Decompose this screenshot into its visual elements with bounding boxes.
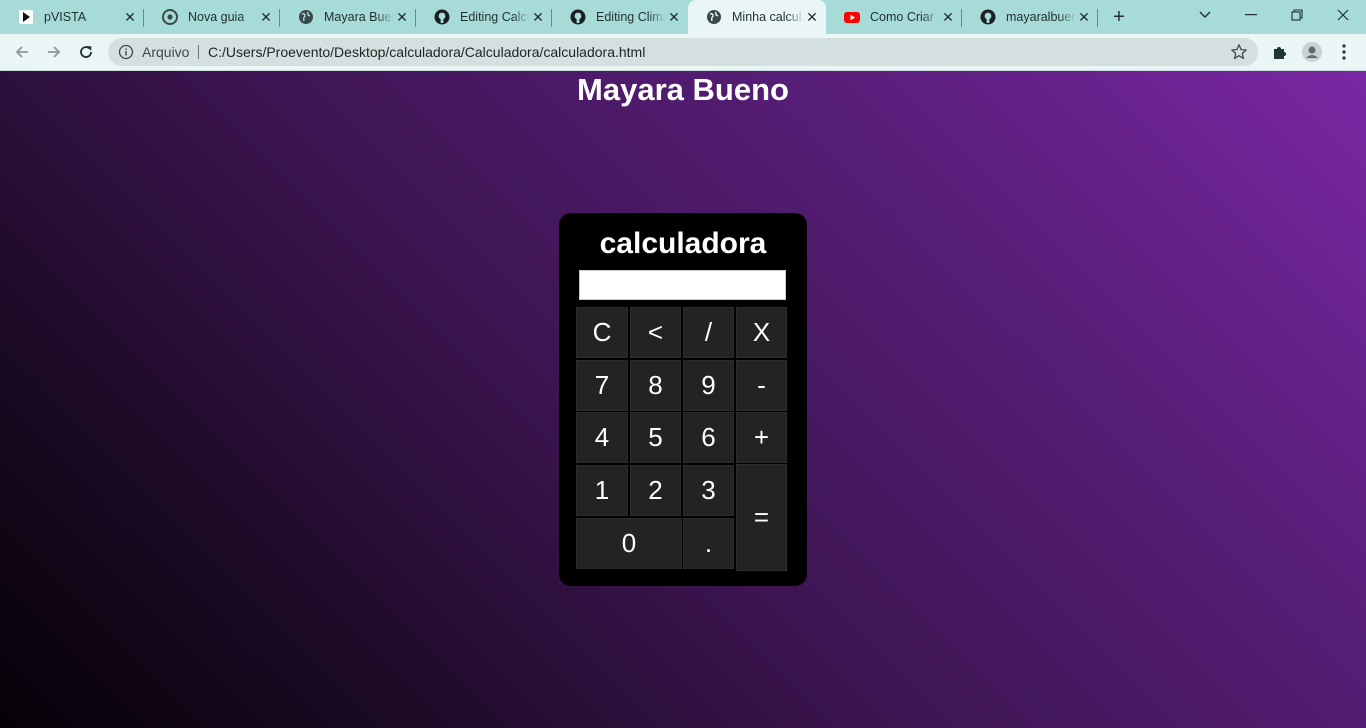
key-clear[interactable]: C (576, 307, 628, 358)
back-arrow-icon[interactable] (10, 40, 34, 64)
key-1[interactable]: 1 (576, 465, 628, 516)
key-7[interactable]: 7 (576, 360, 628, 411)
close-tab-icon[interactable]: ✕ (258, 9, 274, 25)
profile-avatar-icon[interactable] (1302, 42, 1322, 62)
key-decimal[interactable]: . (683, 518, 734, 569)
restore-window-icon[interactable] (1277, 0, 1317, 30)
browser-menu-icon[interactable] (1334, 42, 1354, 62)
tab-como-criar[interactable]: Como Criar um ✕ (826, 0, 962, 34)
tab-title: Editing Calculadora (460, 10, 530, 24)
github-icon (980, 9, 996, 25)
tab-separator (1097, 9, 1098, 27)
address-bar[interactable]: Arquivo C:/Users/Proevento/Desktop/calcu… (108, 38, 1258, 66)
tab-strip: pVISTA ✕ Nova guia ✕ Mayara Bueno ✕ Edit… (0, 0, 1366, 34)
tab-mayara-bueno[interactable]: Mayara Bueno ✕ (280, 0, 416, 34)
tab-title: Como Criar um (870, 10, 940, 24)
forward-arrow-icon[interactable] (42, 40, 66, 64)
info-icon[interactable] (118, 44, 134, 60)
close-tab-icon[interactable]: ✕ (804, 9, 820, 25)
page-viewport: Mayara Bueno calculadora C < / X 7 8 9 -… (0, 71, 1366, 728)
globe-icon (298, 9, 314, 25)
tab-mayaralbueno[interactable]: mayaralbueno ✕ (962, 0, 1098, 34)
key-0[interactable]: 0 (576, 518, 682, 569)
key-6[interactable]: 6 (683, 412, 734, 463)
extensions-puzzle-icon[interactable] (1270, 42, 1290, 62)
key-4[interactable]: 4 (576, 412, 628, 463)
key-8[interactable]: 8 (630, 360, 681, 411)
tab-title: Mayara Bueno (324, 10, 394, 24)
tab-title: Editing Climate (596, 10, 666, 24)
key-backspace[interactable]: < (630, 307, 681, 358)
key-2[interactable]: 2 (630, 465, 681, 516)
key-divide[interactable]: / (683, 307, 734, 358)
key-add[interactable]: + (736, 412, 787, 463)
close-tab-icon[interactable]: ✕ (530, 9, 546, 25)
bookmark-star-icon[interactable] (1230, 43, 1248, 61)
key-multiply[interactable]: X (736, 307, 787, 358)
pvista-icon (18, 9, 34, 25)
key-3[interactable]: 3 (683, 465, 734, 516)
minimize-window-icon[interactable] (1231, 0, 1271, 30)
chrome-icon (162, 9, 178, 25)
close-tab-icon[interactable]: ✕ (1076, 9, 1092, 25)
protocol-label: Arquivo (142, 44, 190, 60)
close-tab-icon[interactable]: ✕ (940, 9, 956, 25)
tab-editing-climate[interactable]: Editing Climate ✕ (552, 0, 688, 34)
tab-title: mayaralbueno (1006, 10, 1076, 24)
key-5[interactable]: 5 (630, 412, 681, 463)
close-tab-icon[interactable]: ✕ (122, 9, 138, 25)
tab-nova-guia[interactable]: Nova guia ✕ (144, 0, 280, 34)
tab-search-chevron-icon[interactable] (1185, 0, 1225, 30)
close-tab-icon[interactable]: ✕ (666, 9, 682, 25)
tab-title: Nova guia (188, 10, 245, 24)
tab-editing-calculadora[interactable]: Editing Calculadora ✕ (416, 0, 552, 34)
close-tab-icon[interactable]: ✕ (394, 9, 410, 25)
tab-minha-calculadora[interactable]: Minha calculadora ✕ (688, 0, 826, 34)
key-equals[interactable]: = (736, 464, 787, 571)
url-text[interactable]: C:/Users/Proevento/Desktop/calculadora/C… (208, 44, 645, 60)
tab-title: Minha calculadora (732, 10, 804, 24)
youtube-icon (844, 9, 860, 25)
browser-toolbar: Arquivo C:/Users/Proevento/Desktop/calcu… (0, 34, 1366, 71)
github-icon (570, 9, 586, 25)
address-divider (198, 45, 199, 59)
close-window-icon[interactable] (1323, 0, 1363, 30)
tab-pvista[interactable]: pVISTA ✕ (0, 0, 144, 34)
calculator-display[interactable] (579, 270, 786, 300)
github-icon (434, 9, 450, 25)
reload-icon[interactable] (74, 40, 98, 64)
tab-title: pVISTA (44, 10, 87, 24)
key-subtract[interactable]: - (736, 360, 787, 411)
key-9[interactable]: 9 (683, 360, 734, 411)
calculator-title: calculadora (599, 227, 767, 260)
globe-icon (706, 9, 722, 25)
calculator: calculadora C < / X 7 8 9 - 4 5 6 + 1 2 … (559, 213, 807, 586)
page-heading: Mayara Bueno (577, 72, 789, 107)
new-tab-button[interactable]: + (1108, 6, 1130, 28)
